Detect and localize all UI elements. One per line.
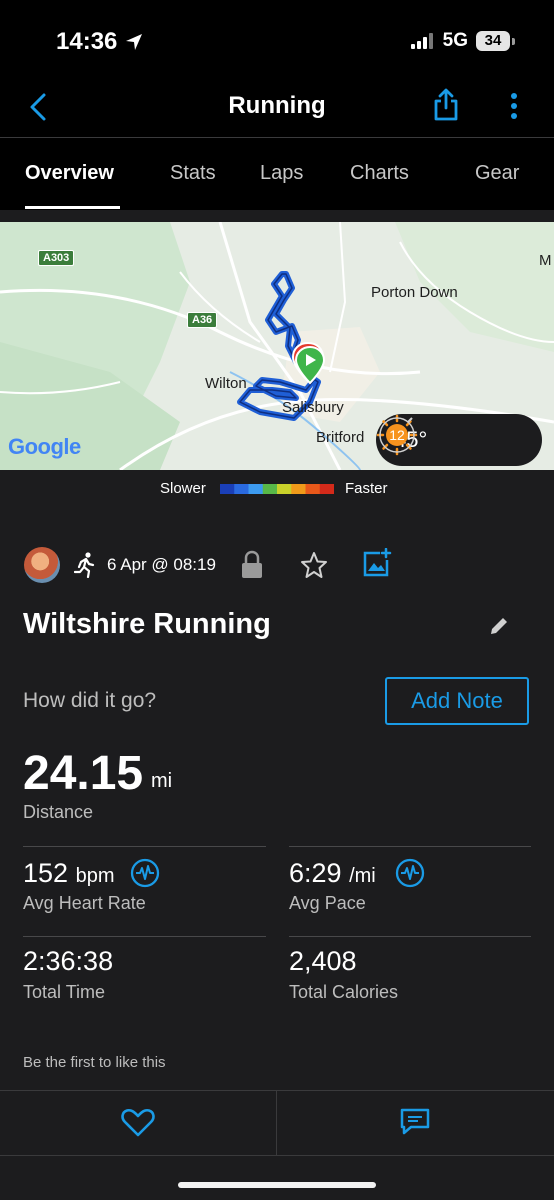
edit-pencil-icon[interactable] [488,615,510,637]
action-divider [276,1091,277,1155]
pace-legend: Slower Faster [0,480,554,500]
legend-faster: Faster [345,480,388,497]
share-button[interactable] [433,88,459,122]
page-title: Running [228,92,326,119]
active-tab-indicator [25,206,120,209]
activity-meta-row: 6 Apr @ 08:19 [0,546,554,586]
star-icon[interactable] [300,551,328,579]
pace-gradient-bar [220,484,334,494]
place-m: M [539,252,552,269]
pace-legend-swatch [291,484,306,494]
wind-icon: 12 [379,417,415,453]
road-label-a36: A36 [187,312,218,328]
pace-chart-icon[interactable] [395,858,425,888]
activity-date: 6 Apr @ 08:19 [107,555,216,574]
avg-pace-label: Avg Pace [289,893,366,913]
tab-charts[interactable]: Charts [350,162,409,185]
location-arrow-icon [126,34,142,50]
feedback-prompt: How did it go? [23,689,157,712]
tab-stats[interactable]: Stats [170,162,216,185]
avg-heart-rate-unit: bpm [75,865,115,887]
avatar[interactable] [24,547,60,583]
total-calories-label: Total Calories [289,982,399,1002]
avg-pace-value: 6:29 /mi [289,858,376,888]
avg-pace-unit: /mi [349,865,376,887]
tab-bar: Overview Stats Laps Charts Gear [0,162,554,209]
stat-divider [23,846,266,847]
header: 14:36 5G 34 Running Overview Stats Laps … [0,0,554,210]
lock-icon[interactable] [240,550,264,580]
distance-label: Distance [23,802,94,822]
total-calories-value: 2,408 [289,946,357,976]
pace-legend-swatch [319,484,334,494]
tab-overview[interactable]: Overview [25,162,114,185]
pace-legend-swatch [262,484,278,494]
home-indicator [178,1182,376,1188]
pace-legend-swatch [220,484,235,494]
google-logo: Google [8,434,81,459]
pace-legend-swatch [248,484,264,494]
header-divider [0,137,554,138]
total-time-label: Total Time [23,982,106,1002]
wind-speed: 12 [389,427,405,443]
place-britford: Britford [316,429,365,446]
signal-icon [410,33,433,49]
pace-legend-swatch [305,484,321,494]
heart-rate-chart-icon[interactable] [130,858,160,888]
legend-slower: Slower [160,480,206,497]
add-photo-icon[interactable] [362,548,392,578]
route-map[interactable]: A303 A36 Porton Down Wilton Salisbury Br… [0,222,554,470]
network-label: 5G [442,30,468,51]
start-marker-icon [294,345,326,385]
comment-button[interactable] [399,1107,431,1137]
running-icon [74,552,95,578]
tab-gear[interactable]: Gear [475,162,519,185]
more-options-button[interactable] [502,92,526,122]
distance-unit: mi [151,770,173,792]
add-note-button[interactable]: Add Note [385,677,529,725]
tab-laps[interactable]: Laps [260,162,303,185]
activity-title: Wiltshire Running [23,608,271,640]
status-indicators: 5G 34 [410,30,515,52]
pace-legend-swatch [234,484,249,494]
stat-divider [289,846,531,847]
likes-text: Be the first to like this [23,1054,166,1071]
status-time: 14:36 [56,28,118,55]
stat-divider [289,936,531,937]
weather-pill: 45° 12 [376,414,542,466]
road-label-a303: A303 [38,250,75,266]
distance-value: 24.15 [23,747,144,800]
like-button[interactable] [118,1106,158,1138]
avg-heart-rate-label: Avg Heart Rate [23,893,146,913]
total-time-value: 2:36:38 [23,946,114,976]
place-wilton: Wilton [205,375,247,392]
battery-icon: 34 [476,31,515,51]
action-bar [0,1090,554,1156]
stat-divider [23,936,266,937]
avg-heart-rate-value: 152 bpm [23,858,115,888]
place-salisbury: Salisbury [282,399,344,416]
place-porton-down: Porton Down [371,284,458,301]
pace-legend-swatch [277,484,292,494]
